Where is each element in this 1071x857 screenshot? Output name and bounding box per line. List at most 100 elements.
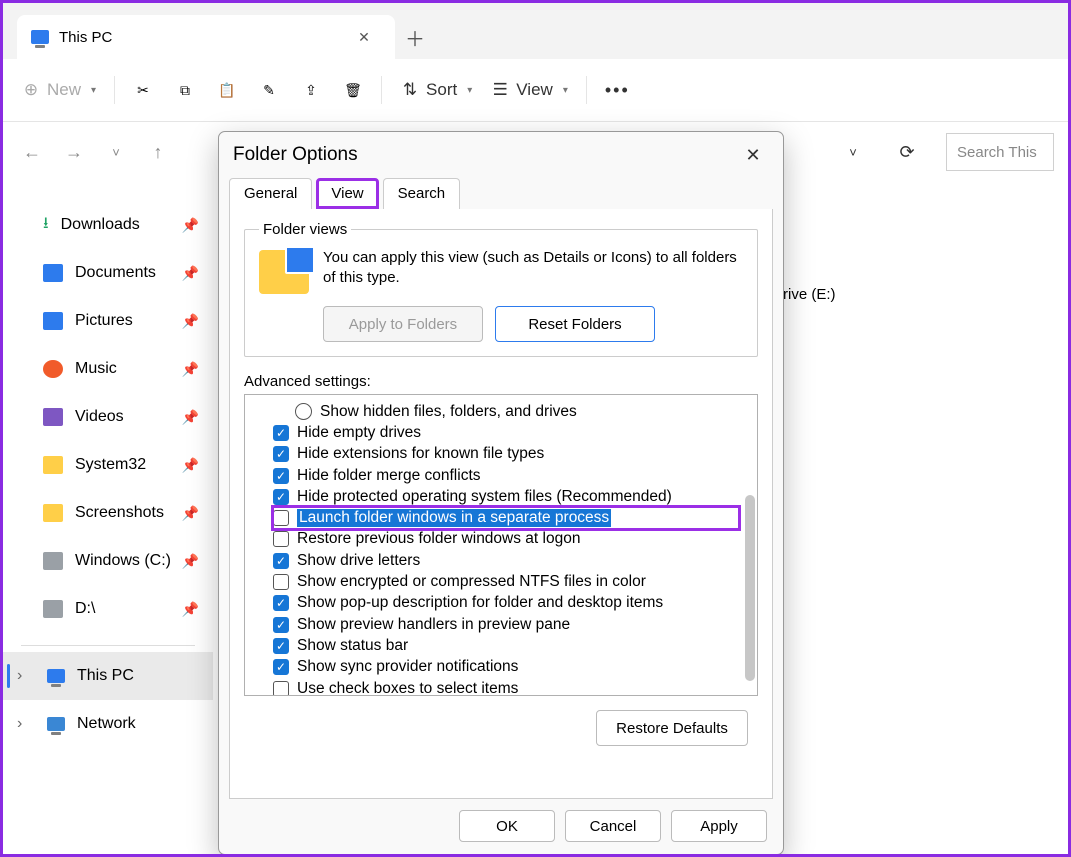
option-label: Hide extensions for known file types bbox=[297, 445, 544, 463]
apply-button[interactable]: Apply bbox=[671, 810, 767, 842]
scrollbar[interactable] bbox=[741, 395, 757, 695]
sidebar-item-windows-c[interactable]: Windows (C:)📌 bbox=[3, 537, 213, 585]
checkbox-icon[interactable] bbox=[273, 531, 289, 547]
option-restore-previous-folder-windows-at-logon[interactable]: Restore previous folder windows at logon bbox=[273, 529, 739, 550]
pin-icon: 📌 bbox=[182, 217, 199, 234]
advanced-settings-label: Advanced settings: bbox=[244, 373, 758, 390]
option-show-pop-up-description-for-folder-and-d[interactable]: ✓ Show pop-up description for folder and … bbox=[273, 593, 739, 614]
checkbox-icon[interactable] bbox=[273, 510, 289, 526]
option-show-preview-handlers-in-preview-pane[interactable]: ✓Show preview handlers in preview pane bbox=[273, 614, 739, 635]
checkbox-icon[interactable]: ✓ bbox=[273, 446, 289, 462]
window-tab-strip: This PC ✕ ＋ bbox=[3, 3, 1068, 59]
chevron-down-icon: ▾ bbox=[467, 85, 472, 96]
option-use-check-boxes-to-select-items[interactable]: Use check boxes to select items bbox=[273, 678, 739, 696]
drive-icon bbox=[43, 552, 63, 570]
new-tab-button[interactable]: ＋ bbox=[395, 15, 435, 59]
option-hide-empty-drives[interactable]: ✓Hide empty drives bbox=[273, 422, 739, 443]
tab-general[interactable]: General bbox=[229, 178, 312, 209]
sidebar-item-documents[interactable]: Documents📌 bbox=[3, 249, 213, 297]
folder-icon bbox=[43, 504, 63, 522]
folder-views-text: You can apply this view (such as Details… bbox=[323, 248, 743, 289]
clipboard-group: ✂ ⧉ 📋 ✎ ⇪ 🗑 bbox=[133, 80, 363, 100]
sidebar-item-pictures[interactable]: Pictures📌 bbox=[3, 297, 213, 345]
checkbox-icon[interactable]: ✓ bbox=[273, 659, 289, 675]
sidebar-item-music[interactable]: Music📌 bbox=[3, 345, 213, 393]
overflow-button[interactable]: ••• bbox=[605, 80, 630, 101]
sidebar-item-network[interactable]: ›Network bbox=[3, 700, 213, 748]
up-button[interactable]: ↑ bbox=[143, 137, 173, 167]
checkbox-icon[interactable]: ✓ bbox=[273, 595, 289, 611]
paste-icon[interactable]: 📋 bbox=[217, 80, 237, 100]
refresh-button[interactable]: ⟳ bbox=[892, 137, 922, 167]
checkbox-icon[interactable]: ✓ bbox=[273, 617, 289, 633]
close-tab-icon[interactable]: ✕ bbox=[347, 29, 381, 46]
checkbox-icon[interactable]: ✓ bbox=[273, 468, 289, 484]
option-show-hidden-files-folders-and-drives[interactable]: Show hidden files, folders, and drives bbox=[295, 401, 739, 422]
tab-view[interactable]: View bbox=[316, 178, 378, 209]
scrollbar-thumb[interactable] bbox=[745, 495, 755, 681]
option-label: Show status bar bbox=[297, 637, 408, 655]
checkbox-icon[interactable] bbox=[273, 574, 289, 590]
folder-views-group: Folder views You can apply this view (su… bbox=[244, 221, 758, 357]
option-label: Use check boxes to select items bbox=[297, 680, 518, 697]
toolbar-divider bbox=[114, 76, 115, 104]
chevron-right-icon[interactable]: › bbox=[17, 667, 35, 685]
cut-icon[interactable]: ✂ bbox=[133, 80, 153, 100]
pin-icon: 📌 bbox=[182, 361, 199, 378]
sidebar-item-d-drive[interactable]: D:\📌 bbox=[3, 585, 213, 633]
advanced-settings-list[interactable]: Show hidden files, folders, and drives✓H… bbox=[244, 394, 758, 696]
option-label: Hide folder merge conflicts bbox=[297, 467, 481, 485]
address-chevron-icon[interactable]: ˅ bbox=[838, 137, 868, 167]
rename-icon[interactable]: ✎ bbox=[259, 80, 279, 100]
chevron-right-icon[interactable]: › bbox=[17, 715, 35, 733]
option-label: Show drive letters bbox=[297, 552, 420, 570]
back-button[interactable]: ← bbox=[17, 137, 47, 167]
option-show-status-bar[interactable]: ✓ Show status bar bbox=[273, 635, 739, 656]
history-chevron-icon[interactable]: ˅ bbox=[101, 137, 131, 167]
dialog-title-bar: Folder Options ✕ bbox=[219, 132, 783, 172]
checkbox-icon[interactable]: ✓ bbox=[273, 425, 289, 441]
radio-icon[interactable] bbox=[295, 403, 312, 420]
option-show-drive-letters[interactable]: ✓ Show drive letters bbox=[273, 550, 739, 571]
cancel-button[interactable]: Cancel bbox=[565, 810, 661, 842]
restore-defaults-button[interactable]: Restore Defaults bbox=[596, 710, 748, 746]
download-icon: ⭳ bbox=[43, 212, 49, 239]
sidebar-item-system32[interactable]: System32📌 bbox=[3, 441, 213, 489]
sidebar-item-videos[interactable]: Videos📌 bbox=[3, 393, 213, 441]
share-icon[interactable]: ⇪ bbox=[301, 80, 321, 100]
close-button[interactable]: ✕ bbox=[737, 145, 769, 166]
option-hide-protected-operating-system-files-re[interactable]: ✓Hide protected operating system files (… bbox=[273, 486, 739, 507]
checkbox-icon[interactable]: ✓ bbox=[273, 489, 289, 505]
sidebar-item-screenshots[interactable]: Screenshots📌 bbox=[3, 489, 213, 537]
apply-to-folders-button[interactable]: Apply to Folders bbox=[323, 306, 483, 342]
option-hide-folder-merge-conflicts[interactable]: ✓ Hide folder merge conflicts bbox=[273, 465, 739, 486]
delete-icon[interactable]: 🗑 bbox=[343, 80, 363, 100]
option-label: Show hidden files, folders, and drives bbox=[320, 403, 577, 421]
new-button[interactable]: ⊕ New ▾ bbox=[21, 80, 96, 100]
folder-icon bbox=[43, 456, 63, 474]
reset-folders-button[interactable]: Reset Folders bbox=[495, 306, 655, 342]
checkbox-icon[interactable]: ✓ bbox=[273, 638, 289, 654]
forward-button[interactable]: → bbox=[59, 137, 89, 167]
pin-icon: 📌 bbox=[182, 601, 199, 618]
checkbox-icon[interactable] bbox=[273, 681, 289, 697]
dialog-tabs: General View Search bbox=[219, 178, 783, 209]
option-launch-folder-windows-in-a-separate-proc[interactable]: Launch folder windows in a separate proc… bbox=[273, 507, 739, 528]
tab-search[interactable]: Search bbox=[383, 178, 461, 209]
checkbox-icon[interactable]: ✓ bbox=[273, 553, 289, 569]
sort-button[interactable]: ⇅ Sort ▾ bbox=[400, 80, 472, 100]
music-icon bbox=[43, 360, 63, 378]
ok-button[interactable]: OK bbox=[459, 810, 555, 842]
option-label: Show pop-up description for folder and d… bbox=[297, 594, 663, 612]
tab-this-pc[interactable]: This PC ✕ bbox=[17, 15, 395, 59]
copy-icon[interactable]: ⧉ bbox=[175, 80, 195, 100]
option-hide-extensions-for-known-file-types[interactable]: ✓ Hide extensions for known file types bbox=[273, 444, 739, 465]
sidebar-separator bbox=[21, 645, 195, 646]
option-show-sync-provider-notifications[interactable]: ✓Show sync provider notifications bbox=[273, 657, 739, 678]
option-show-encrypted-or-compressed-ntfs-files-[interactable]: Show encrypted or compressed NTFS files … bbox=[273, 571, 739, 592]
search-input[interactable]: Search This bbox=[946, 133, 1054, 171]
view-button[interactable]: ☰ View ▾ bbox=[490, 80, 568, 100]
sidebar-item-downloads[interactable]: ⭳Downloads📌 bbox=[3, 201, 213, 249]
drive-label[interactable]: rive (E:) bbox=[783, 286, 836, 303]
sidebar-item-this-pc[interactable]: ›This PC bbox=[3, 652, 213, 700]
